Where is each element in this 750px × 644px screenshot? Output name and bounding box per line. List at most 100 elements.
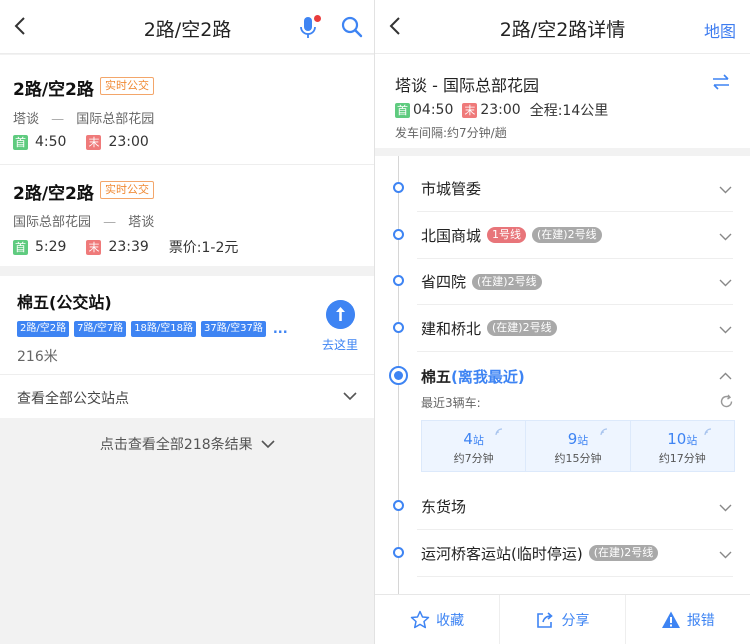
chevron-up-icon[interactable] [719,370,732,383]
more-lines: ... [272,321,288,337]
station-lines: 2路/空2路 7路/空7路 18路/空18路 37路/空37路 ... [17,321,288,337]
current-station-name[interactable]: 棉五(离我最近) [421,366,525,387]
refresh-icon[interactable] [719,394,734,409]
navigate-icon[interactable] [326,300,355,329]
station-row[interactable]: 运河桥客运站(临时停运) (在建)2号线 [375,531,750,577]
stops-away: 9站 [567,430,589,448]
metro-line-tag: 1号线 [487,227,527,243]
chevron-down-icon [719,326,732,333]
station-name: 棉五(公交站) [17,293,112,312]
first-bus-time: 4:50 [35,134,67,150]
last-bus-tag: 末 [462,102,478,118]
metro-line-tag: (在建)2号线 [472,273,542,290]
recent-buses-label: 最近3辆车: [421,396,481,410]
station-name-group: 北国商城 1号线 (在建)2号线 [421,225,602,246]
service-hours: 首 4:50 末 23:00 [13,134,149,150]
swap-direction-icon[interactable] [711,72,731,92]
line-pill: 7路/空7路 [74,321,127,337]
station-name: 运河桥客运站(临时停运) [421,544,583,563]
station-marker [393,228,404,240]
search-icon[interactable] [341,16,363,38]
route-length: 全程:14公里 [529,103,609,119]
station-name: 建和桥北 [421,319,482,338]
current-station-marker [389,366,408,385]
favorite-button[interactable]: 收藏 [375,595,499,644]
arrival-item: 4站 约7分钟 [422,421,525,471]
last-bus-tag: 末 [86,239,102,255]
view-all-results-link[interactable]: 点击查看全部218条结果 [0,434,375,454]
route-result-card[interactable]: 2路/空2路 实时公交 塔谈 — 国际总部花园 首 4:50 末 23:00 [0,55,375,164]
first-bus-time: 5:29 [35,239,67,255]
search-header: 2路/空2路 [0,0,375,54]
eta: 约15分钟 [554,452,602,465]
station-row[interactable]: 东货场 [375,484,750,530]
station-distance: 216米 [17,349,58,365]
metro-line-tag: (在建)2号线 [532,227,602,243]
favorite-label: 收藏 [436,612,465,629]
to-stop: 塔谈 [128,215,155,230]
station-name: 市城管委 [421,180,482,198]
share-button[interactable]: 分享 [499,595,624,644]
eta: 约17分钟 [658,452,706,465]
chevron-down-icon [719,233,732,240]
station-row[interactable]: 市城管委 [375,166,750,212]
arrival-item: 9站 约15分钟 [525,421,629,471]
warning-icon [661,611,680,628]
signal-icon [495,428,503,436]
line-pill: 18路/空18路 [131,321,197,337]
metro-line-tag: (在建)2号线 [487,320,557,336]
first-bus-tag: 首 [395,102,410,118]
chevron-down-icon [261,440,275,449]
service-hours: 首 5:29 末 23:39 票价:1-2元 [13,237,238,257]
station-row[interactable]: 建和桥北 (在建)2号线 [375,306,750,352]
map-button[interactable]: 地图 [704,18,736,42]
chevron-down-icon [719,279,732,287]
station-name-group: 运河桥客运站(临时停运) (在建)2号线 [421,543,659,564]
first-bus-tag: 首 [13,239,28,255]
station-marker [393,275,404,286]
section-divider [375,148,750,156]
view-all-results-label: 点击查看全部218条结果 [99,437,253,453]
share-label: 分享 [561,612,590,629]
station-row[interactable]: 北国商城 1号线 (在建)2号线 [375,213,750,259]
view-all-stations-row[interactable]: 查看全部公交站点 [0,374,375,418]
go-here-button[interactable]: 去这里 [322,336,358,353]
search-results-pane: 2路/空2路 2路/空2路 实时公交 塔谈 — 国际总部花园 首 4:50 末 … [0,0,375,644]
route-direction: 塔谈 - 国际总部花园 [395,76,539,95]
station-marker [393,182,404,193]
direction-dash: — [103,215,117,230]
report-label: 报错 [686,612,715,629]
signal-icon [704,428,712,436]
route-result-card[interactable]: 2路/空2路 实时公交 国际总部花园 — 塔谈 首 5:29 末 23:39 票… [0,165,375,266]
station-name: 棉五 [421,368,452,386]
route-detail-pane: 2路/空2路详情 地图 塔谈 - 国际总部花园 首 04:50 末 23:00 … [375,0,750,644]
view-all-stations-label: 查看全部公交站点 [17,391,129,407]
report-button[interactable]: 报错 [624,595,750,644]
last-bus-time: 23:39 [108,239,149,255]
line-pill: 2路/空2路 [17,321,70,337]
station-marker [393,321,404,333]
stops-away: 10站 [667,430,698,448]
page-title: 2路/空2路详情 [499,19,626,41]
route-direction: 国际总部花园 — 塔谈 [13,211,154,230]
first-bus-tag: 首 [13,134,28,150]
fare: 票价:1-2元 [168,240,239,256]
detail-header: 2路/空2路详情 地图 [375,0,750,54]
line-pill: 37路/空37路 [201,321,266,337]
route-name: 2路/空2路 [13,80,94,100]
arrival-item: 10站 约17分钟 [629,421,734,471]
station-name-group: 省四院 (在建)2号线 [421,271,542,292]
star-icon [410,610,430,628]
station-marker [393,546,404,558]
action-bar: 收藏 分享 报错 [375,594,750,644]
station-row[interactable]: 省四院 (在建)2号线 [375,259,750,305]
metro-line-tag: (在建)2号线 [588,545,659,561]
chevron-down-icon [343,392,357,401]
station-marker [393,500,404,511]
first-bus-time: 04:50 [413,102,454,118]
station-name: 东货场 [421,498,467,516]
station-card[interactable]: 棉五(公交站) 2路/空2路 7路/空7路 18路/空18路 37路/空37路 … [0,276,375,418]
service-hours: 首 04:50 末 23:00 全程:14公里 [395,100,608,120]
realtime-badge: 实时公交 [100,77,154,95]
arrival-panel: 4站 约7分钟 9站 约15分钟 10站 约17分钟 [421,420,735,472]
